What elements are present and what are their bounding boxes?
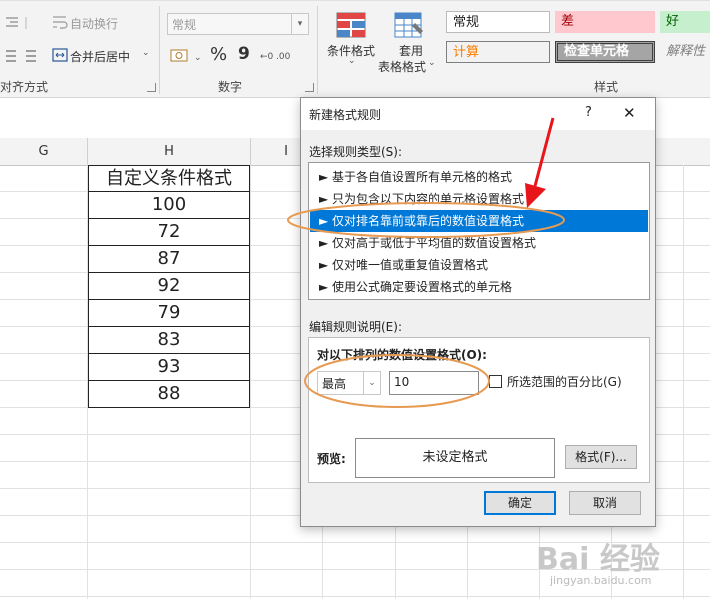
highlight-ellipse-rank <box>304 354 490 408</box>
highlight-ellipse-rule <box>287 202 565 238</box>
watermark-site: jingyan.baidu.com <box>550 574 652 587</box>
red-arrow-shaft <box>533 117 555 187</box>
watermark-logo: Bai 经验 <box>536 542 660 577</box>
red-arrow-head <box>525 183 546 208</box>
annotation-overlay <box>287 117 565 408</box>
